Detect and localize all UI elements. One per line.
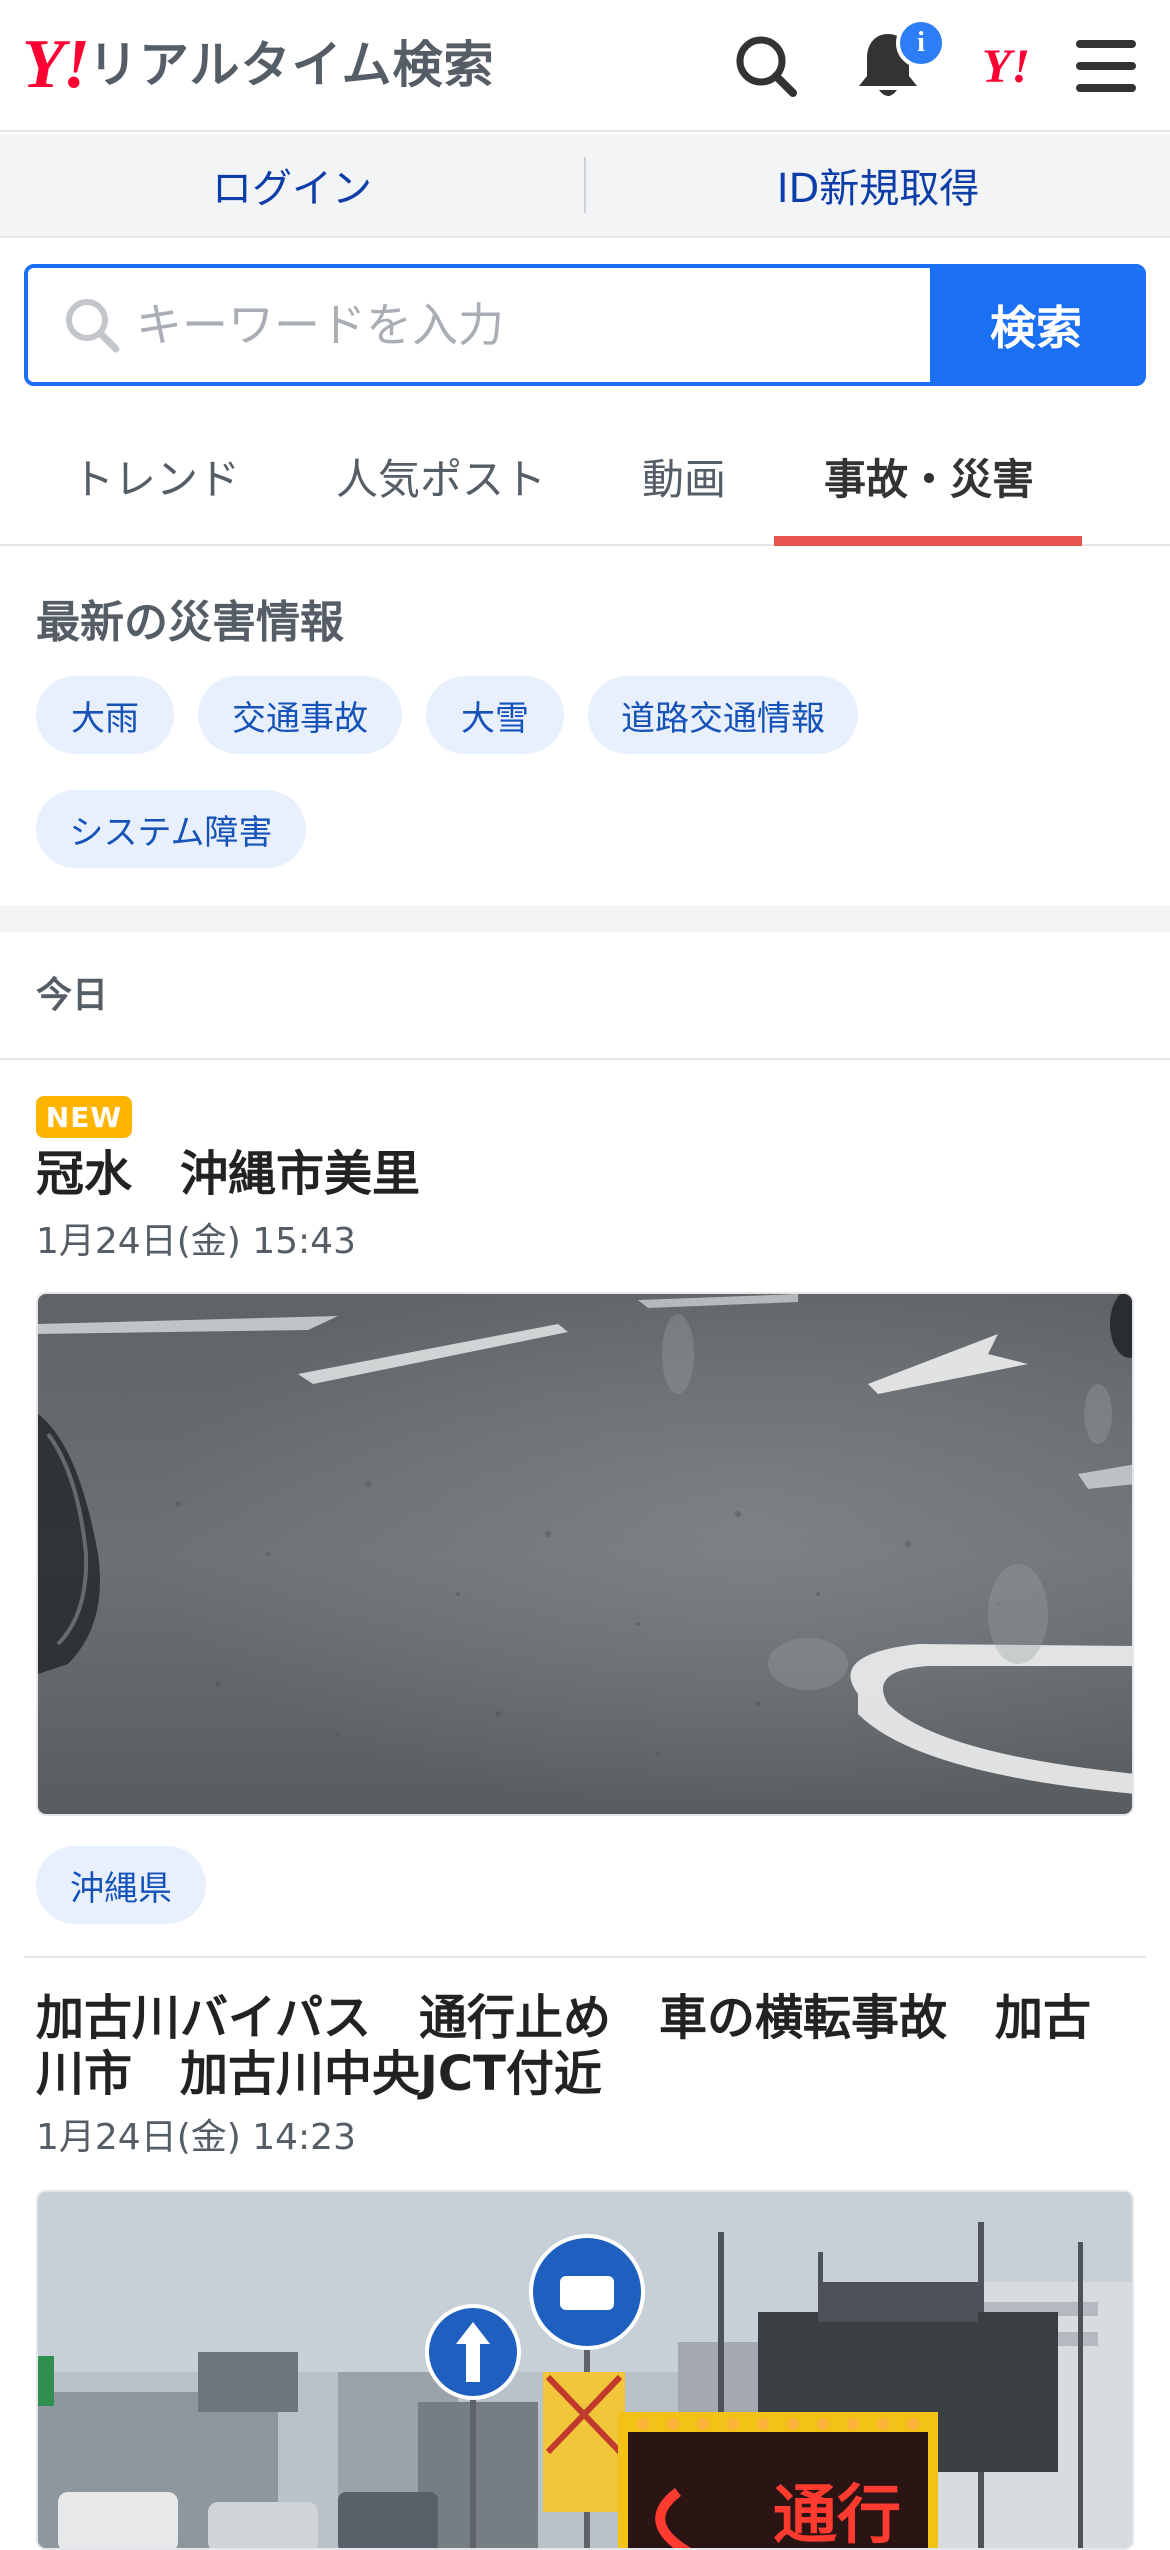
flooded-road-photo bbox=[38, 1294, 1132, 1814]
search-field-icon bbox=[66, 299, 120, 353]
category-tabs: トレンド 人気ポスト 動画 事故・災害 bbox=[0, 416, 1170, 546]
article-timestamp: 1月24日(金) 15:43 bbox=[36, 1221, 356, 1262]
article-timestamp: 1月24日(金) 14:23 bbox=[36, 2117, 356, 2158]
article-image-road-closure[interactable]: 通行 bbox=[36, 2190, 1134, 2550]
road-closure-photo: 通行 bbox=[38, 2192, 1132, 2550]
hamburger-icon bbox=[1076, 40, 1136, 92]
search-field bbox=[28, 268, 930, 382]
yahoo-realtime-logo[interactable]: Y! リアルタイム検索 bbox=[22, 30, 495, 100]
tab-trend[interactable]: トレンド bbox=[72, 446, 240, 546]
search-input[interactable] bbox=[122, 268, 930, 382]
search-button[interactable]: 検索 bbox=[930, 268, 1142, 382]
logo-title: リアルタイム検索 bbox=[88, 36, 495, 94]
article-title[interactable]: 冠水 沖縄市美里 bbox=[36, 1146, 1136, 1202]
day-label: 今日 bbox=[36, 975, 109, 1016]
chip-road-traffic-info[interactable]: 道路交通情報 bbox=[588, 676, 858, 754]
search-icon[interactable] bbox=[724, 24, 808, 108]
tab-popular-posts[interactable]: 人気ポスト bbox=[336, 446, 546, 546]
chip-system-outage[interactable]: システム障害 bbox=[36, 790, 306, 868]
section-separator bbox=[0, 906, 1170, 932]
article-image-flooded-road[interactable] bbox=[36, 1292, 1134, 1816]
search-bar: 検索 bbox=[24, 264, 1146, 386]
menu-icon[interactable] bbox=[1064, 24, 1148, 108]
active-tab-indicator bbox=[774, 536, 1082, 546]
chip-traffic-accident[interactable]: 交通事故 bbox=[198, 676, 402, 754]
app-header: Y! リアルタイム検索 i Y! bbox=[0, 0, 1170, 132]
search-icon-svg bbox=[736, 36, 797, 97]
chip-heavy-snow[interactable]: 大雪 bbox=[426, 676, 564, 754]
new-badge: NEW bbox=[36, 1096, 132, 1138]
yahoo-home-icon[interactable]: Y! bbox=[964, 24, 1048, 108]
location-tag[interactable]: 沖縄県 bbox=[36, 1846, 206, 1924]
divider bbox=[0, 1058, 1170, 1060]
chip-heavy-rain[interactable]: 大雨 bbox=[36, 676, 174, 754]
login-link[interactable]: ログイン bbox=[0, 156, 584, 214]
section-title: 最新の災害情報 bbox=[36, 597, 344, 648]
login-bar: ログイン ID新規取得 bbox=[0, 134, 1170, 238]
logo-mark: Y! bbox=[22, 26, 90, 103]
tab-accident-disaster[interactable]: 事故・災害 bbox=[824, 446, 1034, 546]
yahoo-mark: Y! bbox=[982, 39, 1030, 93]
notification-badge: i bbox=[896, 18, 946, 68]
tab-video[interactable]: 動画 bbox=[642, 446, 726, 546]
article-title[interactable]: 加古川バイパス 通行止め 車の横転事故 加古川市 加古川中央JCT付近 bbox=[36, 1990, 1136, 2102]
article-divider bbox=[24, 1956, 1146, 1958]
notification-bell-icon[interactable]: i bbox=[846, 18, 946, 108]
register-link[interactable]: ID新規取得 bbox=[586, 156, 1170, 214]
truck-sign-text: 通行 bbox=[773, 2479, 901, 2550]
